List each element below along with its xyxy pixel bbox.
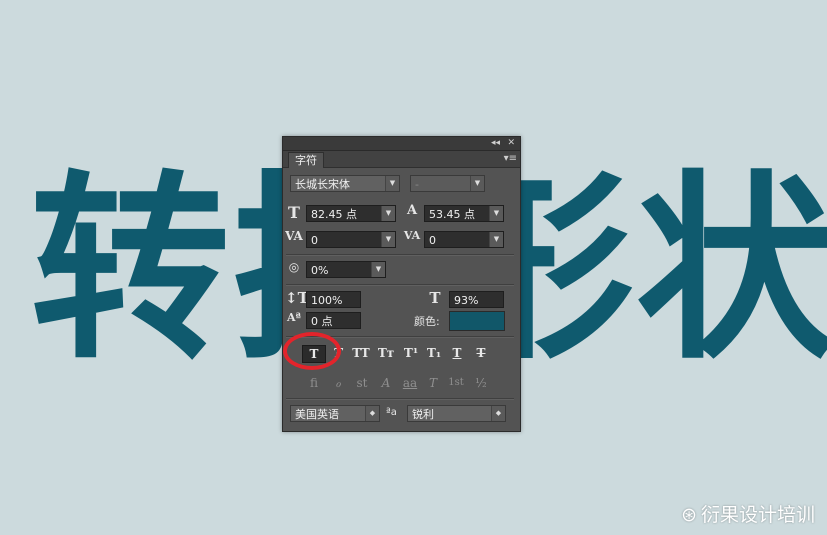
font-style-value: -: [415, 178, 419, 191]
vertical-scale-field[interactable]: 100%: [306, 291, 361, 308]
chevron-down-icon: ▼: [385, 176, 399, 191]
tracking-value: 0: [429, 234, 436, 247]
fractions-button[interactable]: ½: [471, 375, 491, 391]
kerning-field[interactable]: 0 ▼: [306, 231, 396, 248]
antialias-icon: ªa: [386, 407, 397, 418]
font-family-value: 长城长宋体: [295, 178, 350, 191]
leading-value: 53.45 点: [429, 208, 475, 221]
color-swatch[interactable]: [449, 311, 505, 331]
chevron-down-icon: ▼: [489, 232, 503, 247]
chevron-down-icon: ▼: [381, 232, 395, 247]
collapse-icon[interactable]: ◂◂: [491, 137, 500, 150]
highlight-circle: [283, 332, 341, 370]
swash-button[interactable]: A: [376, 375, 396, 391]
language-value: 美国英语: [295, 408, 339, 421]
panel-menu-icon[interactable]: ▾≡: [504, 151, 517, 167]
all-caps-button[interactable]: TT: [350, 345, 372, 361]
subscript-button[interactable]: T₁: [423, 345, 445, 361]
chevron-updown-icon: ◆: [491, 406, 505, 421]
color-label: 颜色:: [414, 315, 440, 328]
weibo-logo-icon: ⊛: [681, 504, 697, 526]
chevron-down-icon: ▼: [470, 176, 484, 191]
font-size-icon: T: [288, 203, 300, 222]
watermark: ⊛ 衍果设计培训: [681, 500, 815, 527]
ordinals-button[interactable]: 1st: [446, 375, 466, 391]
titling-alternates-button[interactable]: T: [423, 375, 443, 391]
baseline-shift-field[interactable]: 0 点: [306, 312, 361, 329]
leading-field[interactable]: 53.45 点 ▼: [424, 205, 504, 222]
discretionary-ligatures-button[interactable]: ℴ: [328, 375, 348, 391]
font-size-field[interactable]: 82.45 点 ▼: [306, 205, 396, 222]
language-select[interactable]: 美国英语 ◆: [290, 405, 380, 422]
font-size-value: 82.45 点: [311, 208, 357, 221]
small-caps-button[interactable]: Tт: [375, 345, 397, 361]
tracking-icon: VA: [403, 229, 421, 242]
divider: [286, 284, 514, 286]
ligatures-button[interactable]: fi: [304, 375, 324, 391]
kerning-value: 0: [311, 234, 318, 247]
divider: [286, 398, 514, 400]
tracking-field[interactable]: 0 ▼: [424, 231, 504, 248]
leading-icon: A: [406, 203, 418, 218]
strikethrough-button[interactable]: T: [470, 345, 492, 361]
antialias-select[interactable]: 锐利 ◆: [407, 405, 506, 422]
tab-character[interactable]: 字符: [288, 152, 324, 168]
close-icon[interactable]: ✕: [507, 137, 515, 150]
font-style-select[interactable]: - ▼: [410, 175, 485, 192]
horizontal-scale-field[interactable]: 93%: [449, 291, 504, 308]
stylistic-alternates-button[interactable]: aa: [400, 375, 420, 391]
tsume-field[interactable]: 0% ▼: [306, 261, 386, 278]
baseline-shift-icon: Aª: [287, 311, 301, 324]
tsume-value: 0%: [311, 264, 329, 277]
chevron-down-icon: ▼: [371, 262, 385, 277]
font-family-select[interactable]: 长城长宋体 ▼: [290, 175, 400, 192]
panel-tabbar: 字符 ▾≡: [283, 151, 520, 168]
divider: [286, 254, 514, 256]
watermark-text: 衍果设计培训: [700, 504, 815, 526]
underline-button[interactable]: T: [446, 345, 468, 361]
kerning-icon: VA: [285, 229, 303, 243]
contextual-alternates-button[interactable]: st: [352, 375, 372, 391]
chevron-updown-icon: ◆: [365, 406, 379, 421]
antialias-value: 锐利: [412, 408, 434, 421]
panel-titlebar: ◂◂ ✕: [283, 137, 520, 151]
horizontal-scale-icon: T: [429, 289, 441, 307]
tsume-icon: ◎: [288, 260, 300, 274]
superscript-button[interactable]: T¹: [400, 345, 422, 361]
chevron-down-icon: ▼: [489, 206, 503, 221]
chevron-down-icon: ▼: [381, 206, 395, 221]
vertical-scale-icon: ↕T: [285, 289, 309, 307]
